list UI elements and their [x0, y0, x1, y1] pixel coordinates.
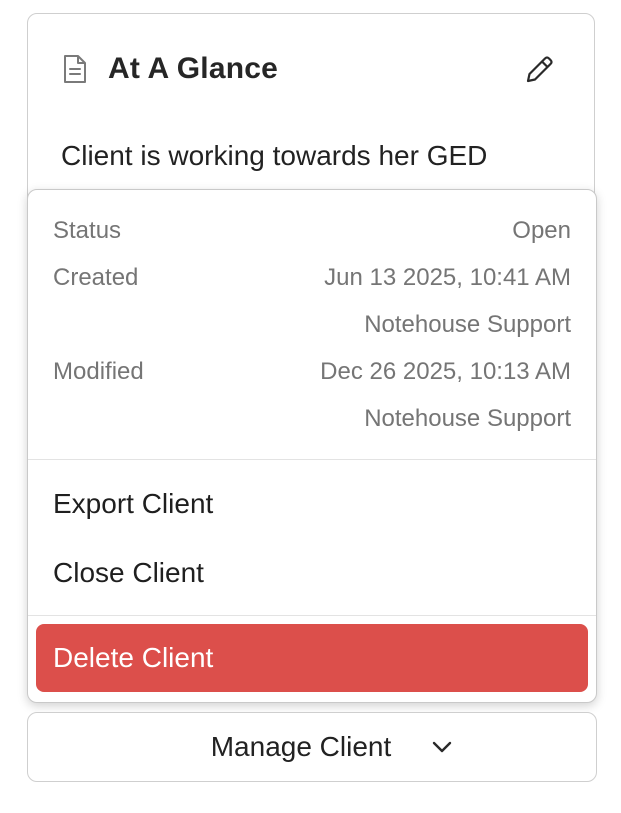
card-body-text: Client is working towards her GED — [61, 140, 488, 171]
manage-client-label: Manage Client — [210, 731, 392, 762]
card-header: At A Glance — [62, 52, 278, 86]
created-by: Notehouse Support — [364, 311, 571, 338]
modified-by: Notehouse Support — [364, 405, 571, 432]
document-icon — [62, 54, 88, 84]
close-client-item[interactable]: Close Client — [28, 545, 596, 601]
modified-date: Dec 26 2025, 10:13 AM — [320, 358, 571, 385]
modified-label: Modified — [53, 358, 144, 385]
created-label: Created — [53, 264, 139, 291]
pencil-icon — [522, 53, 556, 87]
status-value: Open — [512, 217, 571, 244]
divider — [28, 459, 596, 460]
card-title: At A Glance — [108, 52, 279, 85]
chevron-down-icon — [391, 740, 453, 754]
created-date: Jun 13 2025, 10:41 AM — [324, 264, 571, 291]
export-client-item[interactable]: Export Client — [28, 476, 596, 532]
divider — [28, 615, 596, 616]
status-label: Status — [53, 217, 122, 244]
manage-client-button[interactable]: Manage Client — [27, 712, 597, 782]
delete-client-button[interactable]: Delete Client — [36, 624, 588, 692]
manage-client-dropdown: Status Open Created Jun 13 2025, 10:41 A… — [27, 189, 597, 703]
edit-button[interactable] — [522, 53, 556, 87]
